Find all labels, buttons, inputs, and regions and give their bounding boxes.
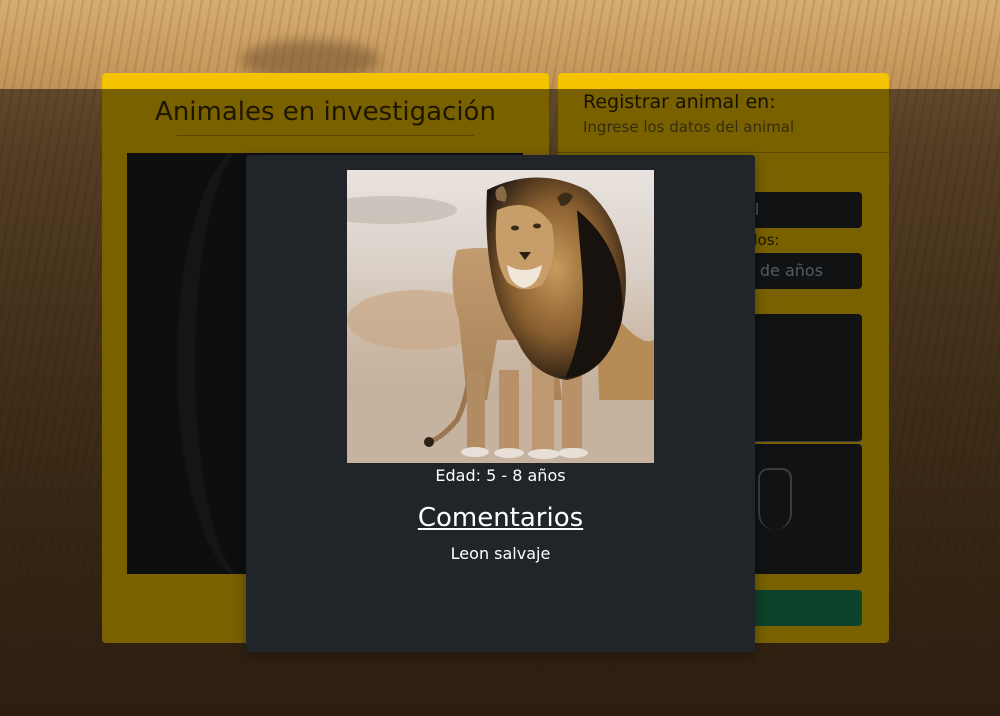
lion-image bbox=[347, 170, 654, 463]
comments-heading: Comentarios bbox=[417, 503, 584, 533]
comments-text: Leon salvaje bbox=[450, 544, 551, 563]
animal-detail-modal: Edad: 5 - 8 años Comentarios Leon salvaj… bbox=[246, 155, 755, 652]
animal-age: Edad: 5 - 8 años bbox=[435, 466, 566, 485]
lion-illustration bbox=[347, 170, 654, 463]
